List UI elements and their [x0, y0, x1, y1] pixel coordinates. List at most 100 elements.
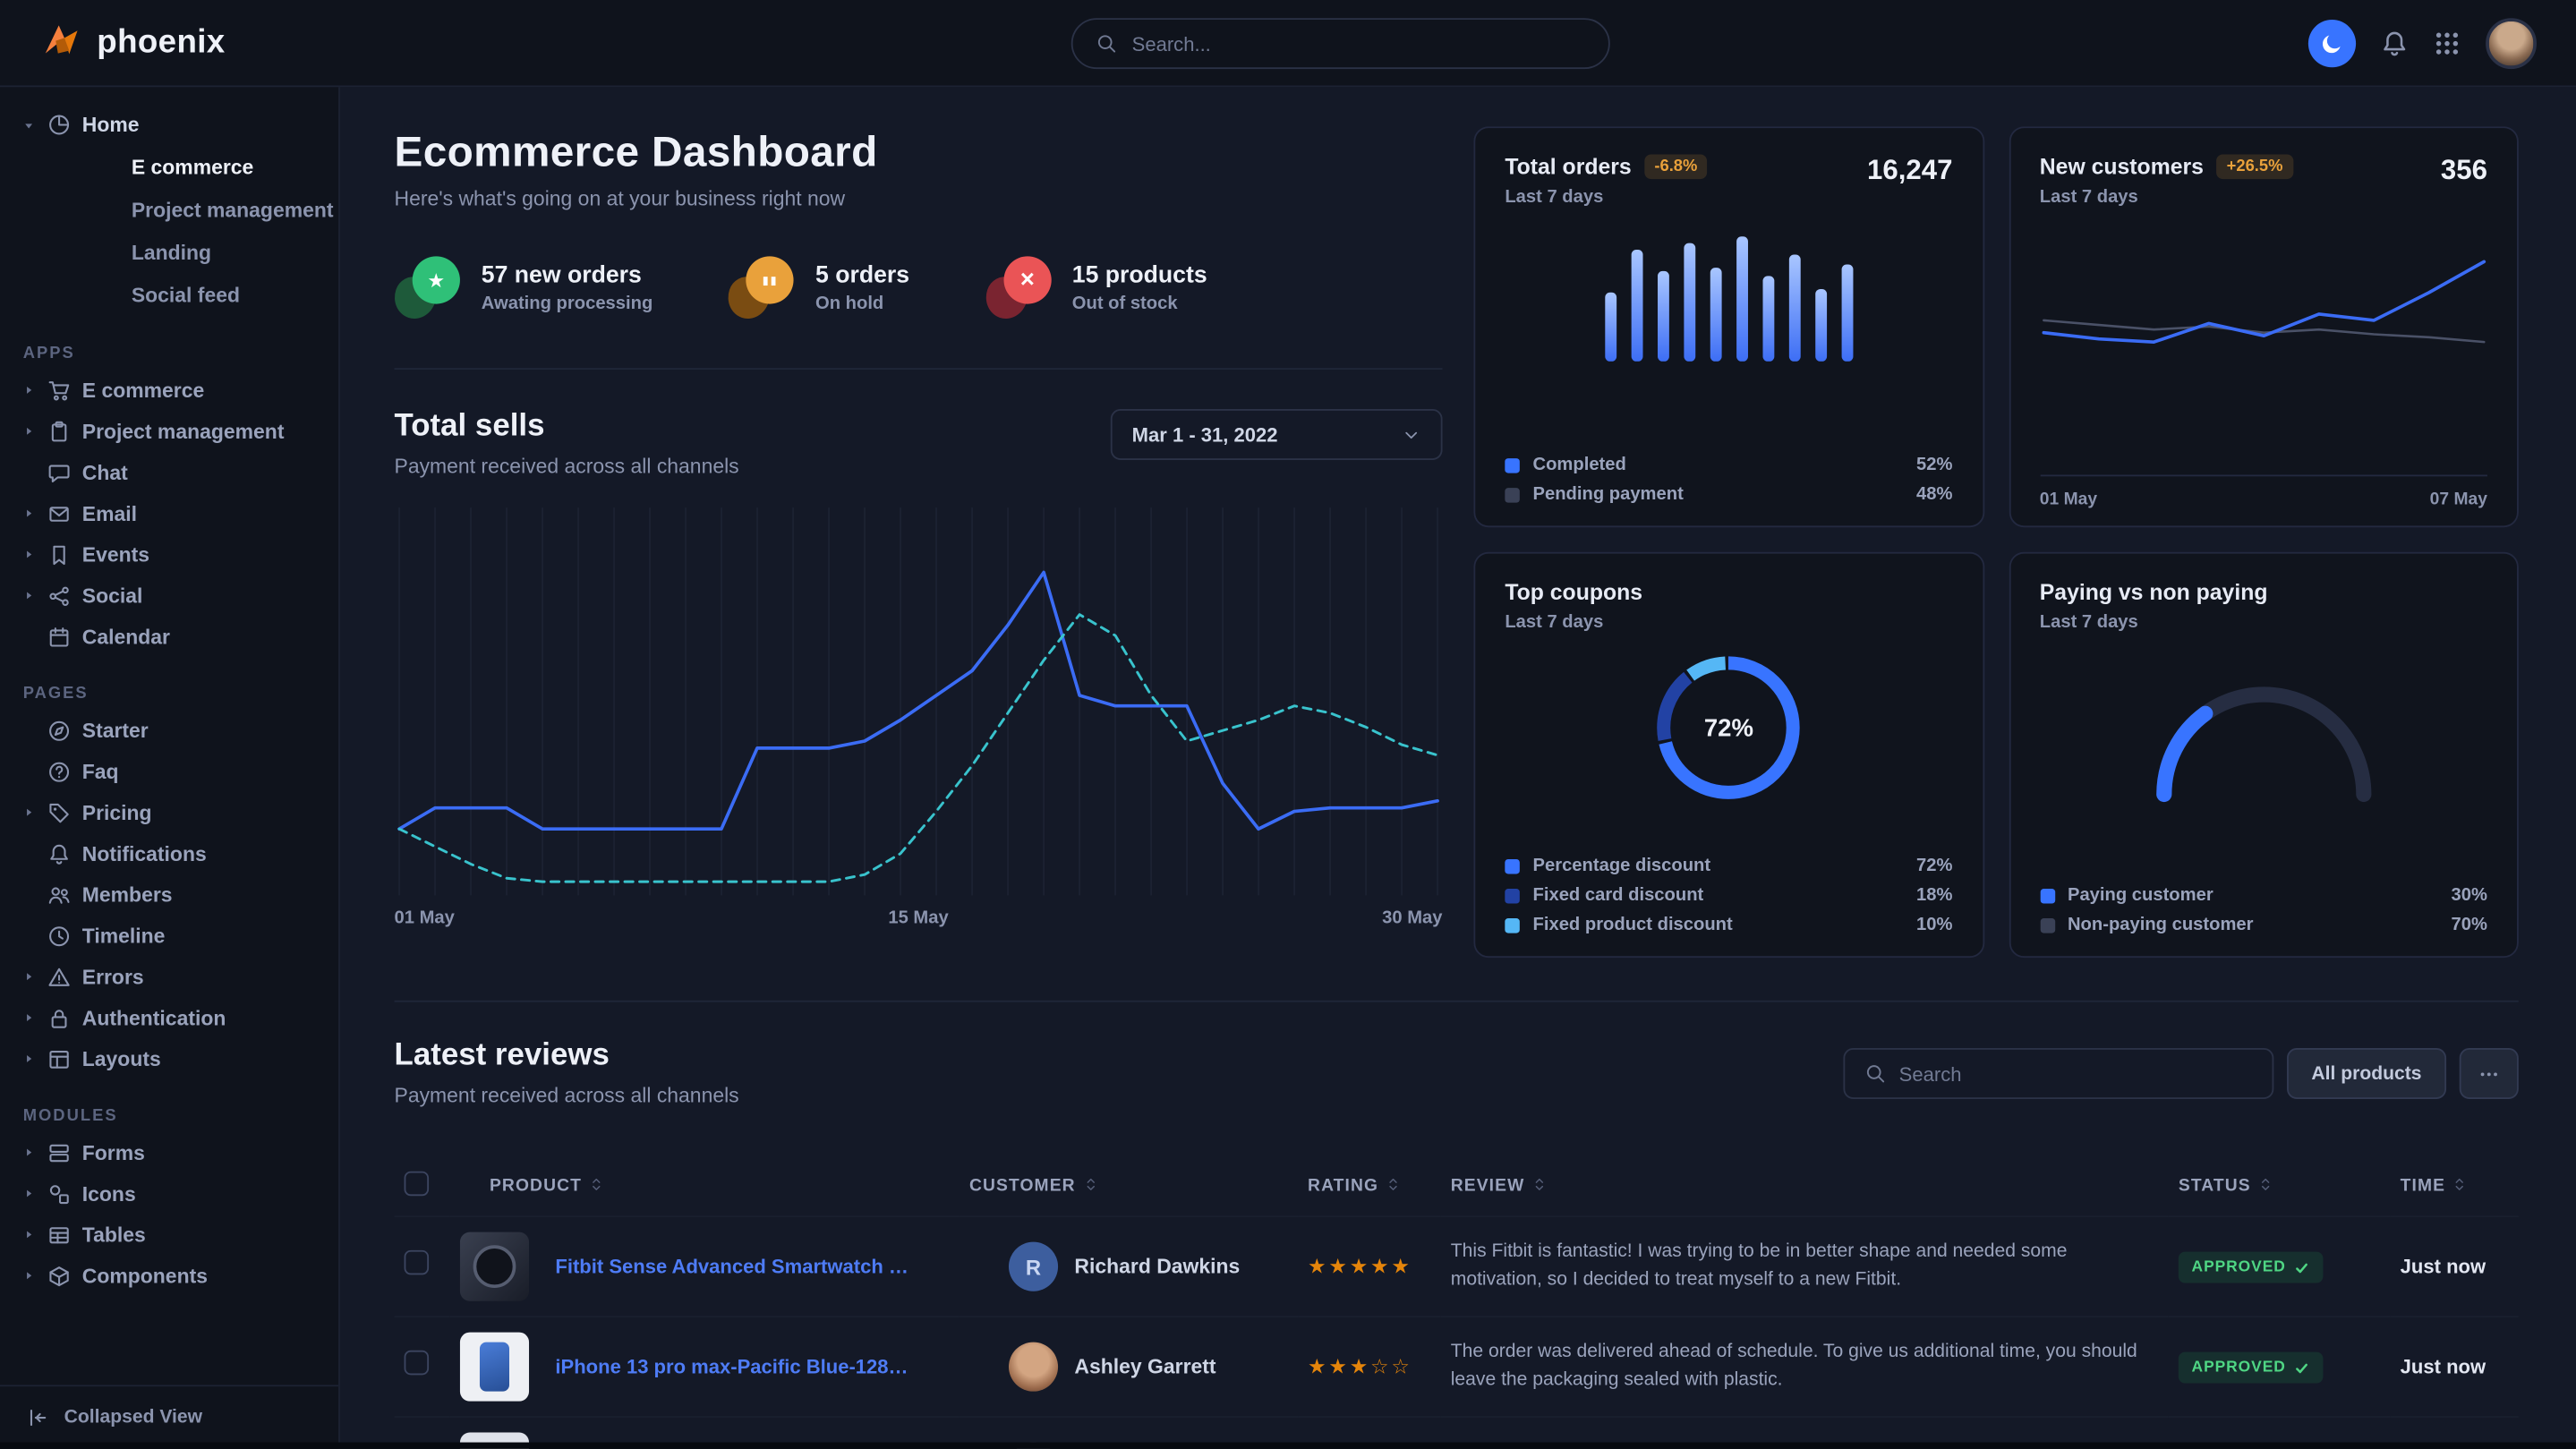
sidebar-item[interactable]: Layouts	[0, 1038, 338, 1079]
row-checkbox[interactable]	[405, 1250, 430, 1275]
sidebar-item-icon	[47, 1182, 71, 1206]
sidebar-item-icon	[47, 924, 71, 947]
sidebar-item[interactable]: Notifications	[0, 833, 338, 874]
card-period: Last 7 days	[2040, 187, 2293, 207]
sidebar-item[interactable]: Forms	[0, 1132, 338, 1173]
column-header[interactable]: RATING	[1298, 1156, 1441, 1216]
column-header[interactable]: CUSTOMER	[960, 1156, 1298, 1216]
chevron-down-icon	[1402, 424, 1421, 444]
table-row[interactable]: iPhone 13 pro max-Pacific Blue-128GB sto…	[395, 1317, 2519, 1417]
sidebar-item[interactable]: Social	[0, 575, 338, 616]
product-link[interactable]: iPhone 13 pro max-Pacific Blue-128GB sto…	[555, 1355, 908, 1378]
sidebar-item-label: Pricing	[82, 801, 152, 824]
column-header[interactable]: PRODUCT	[450, 1156, 960, 1216]
sidebar-item[interactable]: Tables	[0, 1214, 338, 1255]
total-orders-card: Total orders -6.8% Last 7 days 16,247	[1473, 126, 1983, 527]
theme-toggle-button[interactable]	[2308, 19, 2356, 66]
reviews-search-input[interactable]	[1899, 1062, 2253, 1086]
sidebar-item-label: Project management	[82, 420, 285, 443]
sidebar-item[interactable]: Events	[0, 534, 338, 575]
sidebar-item-label: Layouts	[82, 1047, 161, 1070]
sidebar-item[interactable]: Pricing	[0, 792, 338, 833]
legend-row: Fixed card discount 18%	[1505, 885, 1952, 905]
collapse-view-button[interactable]: Collapsed View	[0, 1385, 338, 1449]
stat-glyph-icon: ★	[427, 268, 445, 292]
sidebar-subitem[interactable]: Landing	[0, 232, 338, 275]
sidebar-item[interactable]: Calendar	[0, 616, 338, 657]
stat-glyph-icon: ▮▮	[763, 274, 779, 287]
notifications-button[interactable]	[2381, 29, 2409, 56]
sort-icon[interactable]	[1082, 1176, 1098, 1192]
column-header[interactable]: TIME	[2391, 1156, 2519, 1216]
page-subtitle: Here's what's going on at your business …	[395, 187, 1443, 210]
legend-row: Percentage discount 72%	[1505, 856, 1952, 875]
more-actions-button[interactable]	[2460, 1048, 2519, 1099]
all-products-button[interactable]: All products	[2287, 1048, 2446, 1099]
legend-swatch	[1505, 858, 1520, 874]
caret-right-icon	[21, 1268, 37, 1283]
stats-row: ★ 57 new orders Awating processing	[395, 256, 1443, 319]
legend-label: Fixed card discount	[1533, 885, 1704, 905]
sidebar-item[interactable]: Email	[0, 493, 338, 534]
sidebar-item[interactable]: Errors	[0, 956, 338, 997]
sidebar-item[interactable]: Faq	[0, 751, 338, 792]
sidebar-item-label: Notifications	[82, 842, 207, 865]
x-axis-labels: 01 May15 May30 May	[395, 908, 1443, 928]
sort-icon[interactable]	[1385, 1176, 1401, 1192]
sidebar-item[interactable]: E commerce	[0, 370, 338, 411]
sidebar-item-label: Calendar	[82, 625, 170, 648]
sidebar-item-label: E commerce	[82, 379, 204, 402]
sidebar-item[interactable]: Authentication	[0, 997, 338, 1038]
reviews-search[interactable]	[1843, 1048, 2273, 1099]
sidebar-item-label: Timeline	[82, 924, 166, 947]
sidebar-item[interactable]: Project management	[0, 411, 338, 452]
stat-item: ★ 57 new orders Awating processing	[395, 256, 653, 319]
legend-swatch	[1505, 917, 1520, 933]
stat-icon: ▮▮	[729, 256, 794, 319]
global-search-input[interactable]	[1132, 32, 1586, 55]
brand-logo-link[interactable]: phoenix	[39, 21, 226, 64]
new-customers-chart	[2040, 224, 2486, 408]
sidebar-item-icon	[47, 1006, 71, 1029]
sort-icon[interactable]	[588, 1176, 604, 1192]
sort-icon[interactable]	[2452, 1176, 2468, 1192]
sidebar-item[interactable]: Components	[0, 1255, 338, 1296]
sidebar-item[interactable]: Icons	[0, 1173, 338, 1215]
sidebar-item-icon	[47, 842, 71, 865]
caret-right-icon	[21, 1186, 37, 1201]
sidebar-subitem[interactable]: Social feed	[0, 275, 338, 318]
brand-name: phoenix	[97, 24, 225, 62]
sidebar-item[interactable]: Members	[0, 874, 338, 915]
stat-glyph-icon: ×	[1019, 266, 1034, 294]
card-period: Last 7 days	[1505, 187, 1707, 207]
table-row[interactable]: Fitbit Sense Advanced Smartwatch with To…	[395, 1216, 2519, 1317]
sidebar-item[interactable]: Starter	[0, 710, 338, 751]
legend-label: Fixed product discount	[1533, 915, 1733, 934]
column-header[interactable]: STATUS	[2169, 1156, 2391, 1216]
apps-grid-button[interactable]	[2433, 29, 2461, 56]
global-search[interactable]	[1071, 18, 1610, 69]
row-checkbox[interactable]	[405, 1351, 430, 1376]
column-header[interactable]: REVIEW	[1441, 1156, 2169, 1216]
check-icon	[2294, 1360, 2310, 1376]
sidebar-subitem-label: E commerce	[132, 156, 253, 179]
sidebar-item-label: Starter	[82, 719, 149, 742]
product-link[interactable]: Fitbit Sense Advanced Smartwatch with To…	[555, 1255, 908, 1278]
user-avatar[interactable]	[2486, 17, 2537, 68]
sidebar-item[interactable]: Chat	[0, 452, 338, 493]
select-all-checkbox[interactable]	[405, 1172, 430, 1197]
column-header-label: CUSTOMER	[969, 1176, 1076, 1196]
sidebar-item-home[interactable]: Home	[0, 104, 338, 147]
sort-icon[interactable]	[1531, 1176, 1548, 1192]
table-body: Fitbit Sense Advanced Smartwatch with To…	[395, 1216, 2519, 1449]
sidebar-section-title: MODULES	[23, 1107, 316, 1125]
legend-value: 72%	[1916, 856, 1952, 875]
sidebar-item[interactable]: Timeline	[0, 915, 338, 956]
date-range-select[interactable]: Mar 1 - 31, 2022	[1111, 409, 1443, 460]
status-badge: APPROVED	[2179, 1252, 2324, 1283]
card-period: Last 7 days	[2040, 613, 2487, 633]
sort-icon[interactable]	[2257, 1176, 2273, 1192]
sidebar-subitem[interactable]: E commerce	[0, 146, 338, 189]
sidebar-subitem[interactable]: Project management	[0, 189, 338, 232]
sidebar-section-title: PAGES	[23, 685, 316, 703]
